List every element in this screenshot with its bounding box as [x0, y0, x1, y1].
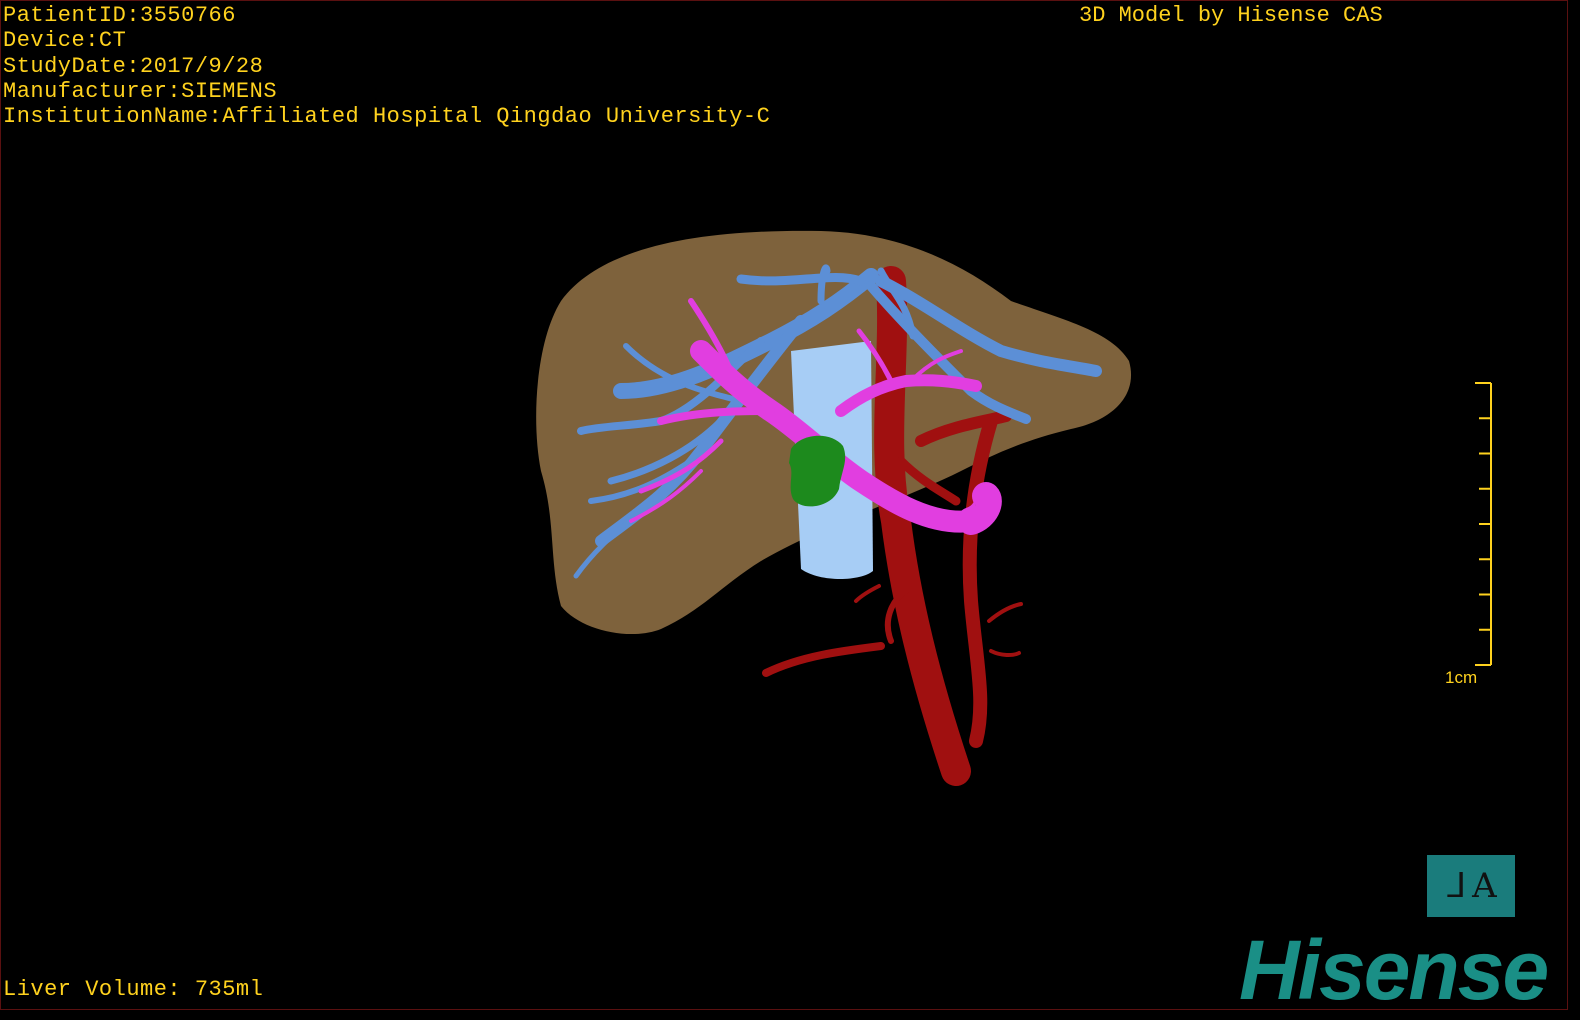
liver-volume: Liver Volume: 735ml — [3, 977, 264, 1002]
scale-bar-ticks — [1475, 382, 1491, 666]
liver-3d-model-icon[interactable] — [1, 1, 1568, 1010]
3d-viewport[interactable]: PatientID:3550766 Device:CT StudyDate:20… — [0, 0, 1568, 1010]
brand-logo: Hisense — [1239, 923, 1549, 1010]
view-badge-right: A — [1472, 866, 1497, 906]
view-badge-left: ᒧ — [1445, 866, 1467, 906]
scale-bar-label: 1cm — [1445, 668, 1478, 687]
orientation-reset-icon[interactable]: ᒧ A — [1427, 855, 1515, 917]
